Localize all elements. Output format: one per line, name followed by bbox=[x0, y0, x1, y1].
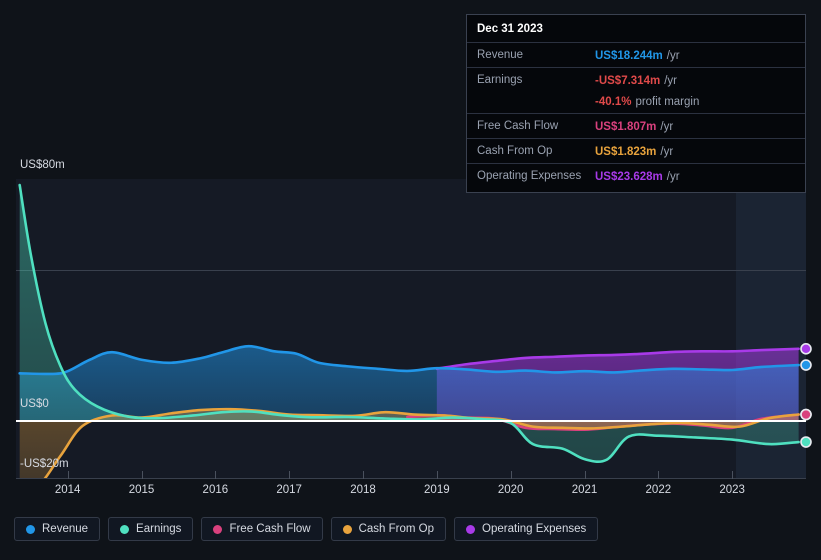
x-axis-tick-2014 bbox=[67, 471, 69, 479]
legend-label: Cash From Op bbox=[358, 523, 435, 535]
x-axis-label-2022: 2022 bbox=[645, 484, 672, 496]
tooltip-metric-unit: /yr bbox=[666, 171, 680, 183]
tooltip-metric-unit: /yr bbox=[660, 121, 674, 133]
tooltip-metric-unit: /yr bbox=[660, 146, 674, 158]
legend-item-revenue[interactable]: Revenue bbox=[14, 517, 101, 541]
x-axis-label-2018: 2018 bbox=[350, 484, 376, 496]
x-axis-tick-2022 bbox=[658, 471, 660, 479]
tooltip-metric-value: US$1.823m bbox=[595, 146, 657, 158]
tooltip-metric-value-wrap: -US$7.314m/yr bbox=[595, 71, 677, 89]
legend-label: Earnings bbox=[136, 523, 182, 535]
y-axis-label-0: US$0 bbox=[20, 398, 49, 410]
x-axis-label-2015: 2015 bbox=[128, 484, 155, 496]
tooltip-metric-value: -US$7.314m bbox=[595, 75, 661, 87]
legend-color-dot bbox=[120, 524, 130, 534]
tooltip-metric-value-wrap: US$1.807m/yr bbox=[595, 117, 673, 135]
x-axis-tick-2016 bbox=[215, 471, 217, 479]
tooltip-metric-unit: /yr bbox=[664, 75, 677, 87]
tooltip-row: -40.1% profit margin bbox=[467, 92, 805, 113]
y-axis-label-neg20m: -US$20m bbox=[20, 458, 69, 470]
legend-item-operating-expenses[interactable]: Operating Expenses bbox=[454, 517, 599, 541]
x-axis-label-2020: 2020 bbox=[497, 484, 524, 496]
tooltip-metric-unit: profit margin bbox=[635, 96, 700, 108]
legend-label: Free Cash Flow bbox=[229, 523, 311, 535]
tooltip-metric-value: US$23.628m bbox=[595, 171, 663, 183]
legend-label: Revenue bbox=[42, 523, 89, 535]
legend-item-free-cash-flow[interactable]: Free Cash Flow bbox=[201, 517, 323, 541]
gridline-40m bbox=[16, 270, 806, 271]
x-axis-label-2016: 2016 bbox=[202, 484, 229, 496]
legend-color-dot bbox=[213, 524, 223, 534]
x-axis-tick-2021 bbox=[584, 471, 586, 479]
tooltip-metric-value-wrap: US$18.244m/yr bbox=[595, 46, 680, 64]
tooltip-metric-value-wrap: US$1.823m/yr bbox=[595, 142, 673, 160]
tooltip-metric-value-wrap: -40.1% profit margin bbox=[595, 92, 699, 110]
x-axis-label-2014: 2014 bbox=[54, 484, 81, 496]
zero-line bbox=[16, 420, 806, 422]
tooltip-metric-label: Free Cash Flow bbox=[477, 120, 559, 132]
x-axis-tick-2015 bbox=[141, 471, 143, 479]
x-axis-tick-2018 bbox=[363, 471, 364, 479]
legend-item-earnings[interactable]: Earnings bbox=[108, 517, 194, 541]
tooltip-metric-value: -40.1% bbox=[595, 96, 632, 108]
forecast-band bbox=[736, 179, 806, 478]
y-axis-label-80m: US$80m bbox=[20, 159, 65, 171]
legend-color-dot bbox=[466, 524, 476, 534]
tooltip-metric-value: US$1.807m bbox=[595, 121, 657, 133]
chart-legend: Revenue Earnings Free Cash Flow Cash From O… bbox=[14, 517, 599, 541]
x-axis-label-2021: 2021 bbox=[571, 484, 598, 496]
tooltip-metric-value-wrap: US$23.628m/yr bbox=[595, 167, 680, 185]
tooltip-rows: Revenue US$18.244m/yr Earnings -US$7.314m/y… bbox=[467, 42, 805, 188]
tooltip-row: Revenue US$18.244m/yr bbox=[467, 42, 805, 67]
tooltip-metric-label: Revenue bbox=[477, 49, 524, 61]
tooltip-metric-label: Operating Expenses bbox=[477, 170, 582, 182]
legend-label: Operating Expenses bbox=[482, 523, 587, 535]
data-tooltip: Dec 31 2023 Revenue US$18.244m/yr Earnings… bbox=[466, 14, 806, 193]
x-axis-tick-2019 bbox=[436, 471, 438, 479]
plot-background bbox=[16, 179, 806, 478]
financial-chart: US$80m US$0 -US$20m 2014 2015 2016 2017 2018… bbox=[0, 0, 821, 560]
tooltip-metric-unit: /yr bbox=[666, 50, 680, 62]
tooltip-metric-value: US$18.244m bbox=[595, 50, 663, 62]
tooltip-metric-label: Cash From Op bbox=[477, 145, 553, 157]
x-axis-label-2023: 2023 bbox=[719, 484, 745, 496]
tooltip-row: Cash From Op US$1.823m/yr bbox=[467, 138, 805, 163]
tooltip-row: Operating Expenses US$23.628m/yr bbox=[467, 163, 805, 188]
x-axis-label-2017: 2017 bbox=[276, 484, 302, 496]
x-axis-tick-2023 bbox=[732, 471, 734, 479]
x-axis-tick-2020 bbox=[510, 471, 512, 479]
legend-color-dot bbox=[342, 524, 352, 534]
legend-item-cash-from-op[interactable]: Cash From Op bbox=[330, 517, 447, 541]
tooltip-date: Dec 31 2023 bbox=[477, 23, 543, 35]
x-axis-label-2019: 2019 bbox=[424, 484, 450, 496]
tooltip-row: Earnings -US$7.314m/yr bbox=[467, 67, 805, 92]
legend-color-dot bbox=[26, 524, 35, 534]
tooltip-metric-label: Earnings bbox=[477, 74, 523, 86]
x-axis-tick-2017 bbox=[289, 471, 291, 479]
tooltip-row: Free Cash Flow US$1.807m/yr bbox=[467, 113, 805, 138]
x-axis-line bbox=[16, 478, 806, 479]
